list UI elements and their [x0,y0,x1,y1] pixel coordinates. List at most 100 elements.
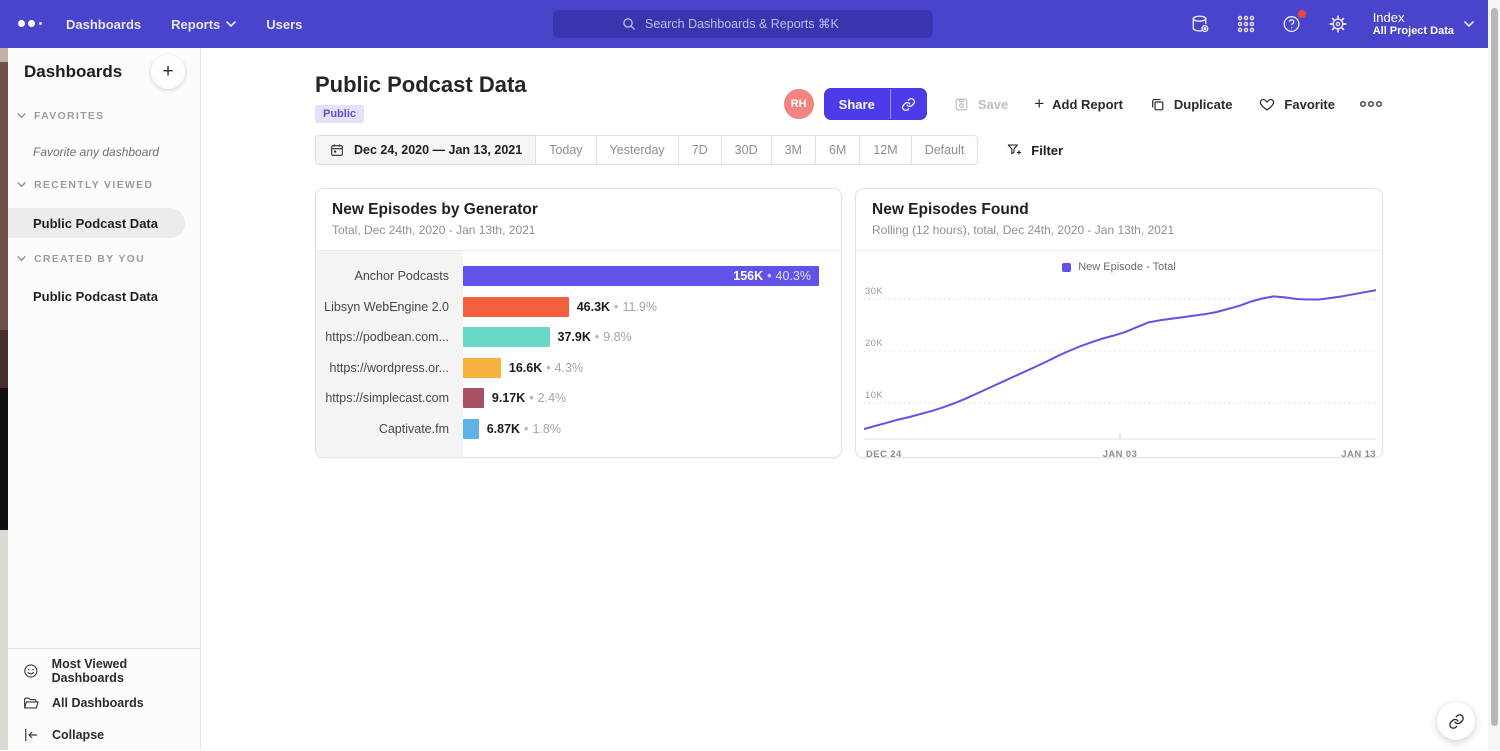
duplicate-button[interactable]: Duplicate [1149,96,1233,113]
y-tick-20k: 20K [865,338,883,349]
sliver-segment [0,388,8,530]
sliver-segment [0,62,8,330]
logo-dot [18,20,25,27]
preset-30d[interactable]: 30D [721,135,772,165]
bar[interactable] [463,297,569,317]
bar-category-label: Anchor Podcasts [316,269,463,283]
x-tick-jan13: JAN 13 [1341,449,1376,460]
save-button[interactable]: Save [953,96,1008,113]
section-favorites[interactable]: FAVORITES [8,110,104,122]
help-icon[interactable] [1281,13,1303,35]
section-recently-viewed[interactable]: RECENTLY VIEWED [8,179,153,191]
bar-value-percent: 11.9% [622,300,657,314]
database-icon[interactable] [1189,13,1211,35]
chevron-down-icon [17,182,26,188]
search-input[interactable] [645,17,865,31]
favorite-label: Favorite [1284,97,1335,112]
preset-today[interactable]: Today [535,135,596,165]
card-title: New Episodes by Generator [332,201,825,219]
y-tick-10k: 10K [865,390,883,401]
collapse-sidebar-button[interactable]: Collapse [8,719,200,751]
header-actions: RH Share Save + Add Report Duplicate Fav… [784,88,1383,120]
sidebar-item-public-podcast-data[interactable]: Public Podcast Data [8,208,185,238]
global-search[interactable] [553,10,933,38]
separator-dot: • [595,330,599,344]
line-chart-svg: 30K 20K 10K DEC 24 JAN 03 JAN 13 [864,279,1376,463]
preset-12m[interactable]: 12M [859,135,911,165]
section-label: FAVORITES [34,110,104,122]
add-dashboard-button[interactable]: + [151,55,185,89]
separator-dot: • [614,300,618,314]
separator-dot: • [767,269,771,283]
nav-item-reports[interactable]: Reports [171,17,236,32]
calendar-icon [329,142,345,158]
bar[interactable] [463,388,484,408]
preset-default[interactable]: Default [911,135,979,165]
top-navbar: Dashboards Reports Users Index All Proje… [0,0,1500,48]
avatar[interactable]: RH [784,89,814,119]
bar-row: https://simplecast.com 9.17K•2.4% [316,383,841,414]
section-created-by-you[interactable]: CREATED BY YOU [8,253,145,265]
filter-icon [1006,142,1022,158]
sidebar: Dashboards + FAVORITES Favorite any dash… [8,48,201,750]
line-chart[interactable]: 30K 20K 10K DEC 24 JAN 03 JAN 13 [864,279,1374,463]
scrollbar-thumb[interactable] [1491,8,1498,726]
bar[interactable]: 156K•40.3% [463,266,819,286]
chevron-down-icon [1464,21,1474,28]
bar-value-number: 6.87K [487,422,520,436]
filter-button[interactable]: Filter [1006,142,1063,158]
nav-item-users[interactable]: Users [266,17,302,32]
bar-chart-card: New Episodes by Generator Total, Dec 24t… [315,188,842,458]
all-dashboards-button[interactable]: All Dashboards [8,687,200,719]
sidebar-title: Dashboards [24,62,122,82]
apps-grid-icon[interactable] [1235,13,1257,35]
bar-value: 6.87K•1.8% [487,422,561,436]
bar-category-label: https://podbean.com... [316,330,463,344]
preset-7d[interactable]: 7D [678,135,722,165]
preset-6m[interactable]: 6M [815,135,860,165]
save-icon [953,96,970,113]
card-subtitle: Total, Dec 24th, 2020 - Jan 13th, 2021 [332,223,825,237]
bar-category-label: Captivate.fm [316,422,463,436]
bar[interactable] [463,327,550,347]
nav-item-dashboards[interactable]: Dashboards [66,17,141,32]
sidebar-item-public-podcast-data[interactable]: Public Podcast Data [8,281,185,311]
bar-value-percent: 40.3% [776,269,811,283]
separator-dot: • [546,361,550,375]
favorite-button[interactable]: Favorite [1258,96,1335,113]
duplicate-label: Duplicate [1174,97,1233,112]
logo-dot [39,22,42,25]
date-toolbar: Dec 24, 2020 — Jan 13, 2021 Today Yester… [315,135,1063,165]
bar-row: Libsyn WebEngine 2.0 46.3K•11.9% [316,292,841,323]
bar-row: Anchor Podcasts 156K•40.3% [316,261,841,292]
card-header: New Episodes Found Rolling (12 hours), t… [856,189,1382,251]
y-tick-30k: 30K [865,286,883,297]
logo-dot [28,20,35,27]
share-label[interactable]: Share [824,88,890,120]
share-link-fab[interactable] [1437,702,1475,740]
bar-value-number: 46.3K [577,300,610,314]
preset-yesterday[interactable]: Yesterday [596,135,679,165]
add-report-button[interactable]: + Add Report [1034,97,1123,112]
workspace-switcher[interactable]: Index All Project Data [1373,10,1474,38]
bar-value: 156K•40.3% [733,269,811,283]
share-link-button[interactable] [891,88,927,120]
search-icon [621,16,637,32]
bar-row: Captivate.fm 6.87K•1.8% [316,414,841,445]
preset-3m[interactable]: 3M [771,135,816,165]
scrollbar-track[interactable] [1488,0,1500,750]
settings-gear-icon[interactable] [1327,13,1349,35]
bar[interactable] [463,419,479,439]
chart-legend[interactable]: New Episode - Total [856,251,1382,275]
section-label: CREATED BY YOU [34,253,145,265]
date-range-picker[interactable]: Dec 24, 2020 — Jan 13, 2021 [315,135,536,165]
bar[interactable] [463,358,501,378]
more-menu-button[interactable] [1359,99,1383,109]
favorites-empty-text: Favorite any dashboard [33,145,159,159]
background-window-sliver [0,48,8,750]
add-report-label: Add Report [1052,97,1123,112]
app-logo[interactable] [18,20,42,27]
most-viewed-dashboards-button[interactable]: Most Viewed Dashboards [8,655,200,687]
bar-value-percent: 2.4% [538,391,567,405]
share-button[interactable]: Share [824,88,927,120]
